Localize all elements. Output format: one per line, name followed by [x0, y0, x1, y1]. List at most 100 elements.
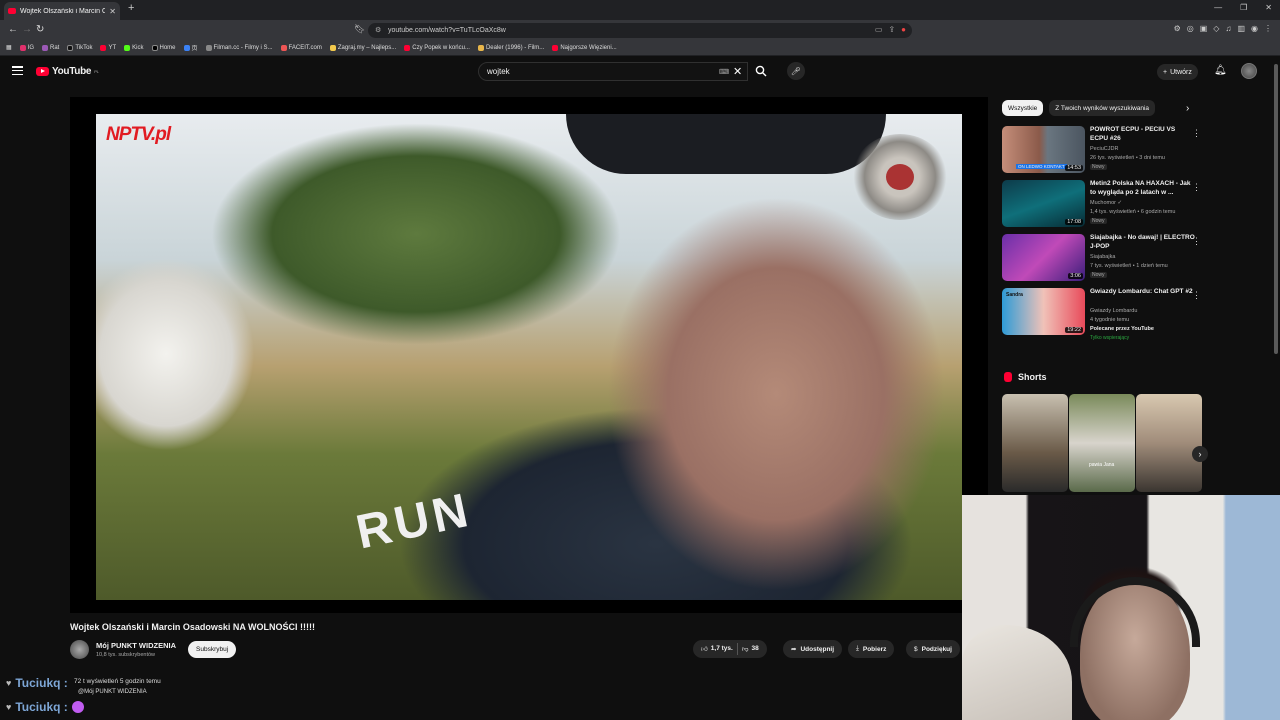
- bookmark-item[interactable]: 页: [183, 43, 198, 52]
- restore-icon[interactable]: ❐: [1240, 3, 1247, 12]
- headset-icon: [1070, 577, 1200, 647]
- microphone-icon[interactable]: 🎤︎: [787, 62, 805, 80]
- video-title: Wojtek Olszański i Marcin Osadowski NA W…: [70, 622, 316, 632]
- bookmark-item[interactable]: Zagraj.my – Najleps...: [329, 44, 396, 51]
- bookmark-item[interactable]: Home: [151, 44, 176, 51]
- channel-avatar[interactable]: [70, 640, 89, 659]
- thumbnail-label: Sandra: [1006, 292, 1023, 298]
- rec-meta: 7 tys. wyświetleń • 1 dzień temu: [1090, 263, 1168, 269]
- keyboard-icon[interactable]: ⌨: [719, 68, 729, 76]
- hamburger-menu-icon[interactable]: [12, 66, 23, 75]
- extension-icon[interactable]: ⚙︎: [1174, 24, 1181, 33]
- duration-badge: 19:22: [1065, 327, 1083, 333]
- recommended-video[interactable]: ON LEDWO KONTAKT 14:53 POWRÓT ECPU - PEC…: [1002, 126, 1207, 176]
- window-controls: — ❐ ✕: [1214, 3, 1272, 12]
- search-input[interactable]: wojtek: [478, 62, 748, 81]
- bookmark-favicon-icon: [205, 44, 212, 51]
- short-thumbnail[interactable]: pawia Jana: [1069, 394, 1135, 492]
- nptv-watermark: NPTV.pl: [106, 124, 171, 145]
- video-thumbnail: 17:08: [1002, 180, 1085, 227]
- bookmark-item[interactable]: YT: [100, 44, 116, 51]
- sidebar-icon[interactable]: ▥: [1237, 24, 1245, 33]
- rec-channel: PeciuCJDR: [1090, 146, 1119, 152]
- bookmark-icon[interactable]: 🔖︎: [354, 24, 365, 35]
- browser-tab-strip: Wojtek Olszański i Marcin Os ✕ + — ❐ ✕: [0, 0, 1280, 20]
- extension-icon[interactable]: ●: [901, 25, 906, 34]
- like-button[interactable]: 👍︎ 1,7 tys.: [701, 645, 733, 653]
- create-button[interactable]: + Utwórz: [1157, 64, 1198, 80]
- new-badge: Nowy: [1090, 164, 1107, 170]
- faceit-icon: [280, 44, 287, 51]
- download-button[interactable]: ⤓ Pobierz: [848, 640, 895, 658]
- bookmark-item[interactable]: TikTok: [67, 44, 92, 51]
- chat-username: Tuciukq :: [15, 700, 68, 714]
- bookmark-item[interactable]: Rat: [42, 44, 59, 51]
- profile-icon[interactable]: ◉: [1251, 24, 1258, 33]
- instagram-icon: [19, 44, 26, 51]
- clear-search-icon[interactable]: ✕: [733, 65, 742, 78]
- bookmark-favicon-icon: [329, 44, 336, 51]
- extension-icon[interactable]: ▣: [1200, 24, 1208, 33]
- close-tab-icon[interactable]: ✕: [109, 7, 116, 16]
- thanks-icon: $: [914, 645, 918, 653]
- page-scrollbar[interactable]: [1274, 64, 1278, 354]
- video-frame[interactable]: RUN NPTV.pl: [96, 114, 962, 600]
- subscribe-button[interactable]: Subskrybuj: [188, 641, 237, 658]
- thanks-button[interactable]: $ Podziękuj: [906, 640, 960, 658]
- share-button[interactable]: ➦ Udostępnij: [783, 640, 843, 658]
- browser-tab[interactable]: Wojtek Olszański i Marcin Os ✕: [4, 2, 120, 20]
- more-options-icon[interactable]: ⋮: [1192, 236, 1201, 247]
- chip-all[interactable]: Wszystkie: [1002, 100, 1044, 116]
- address-bar[interactable]: ⚙︎ youtube.com/watch?v=TuTLcOaXc8w ▭ ⇪ ●: [368, 23, 912, 38]
- extension-icon[interactable]: ◇: [1213, 24, 1219, 33]
- rec-channel: Gwiazdy Lombardu: [1090, 308, 1138, 314]
- back-icon[interactable]: ←: [8, 24, 18, 35]
- minimize-icon[interactable]: —: [1214, 3, 1222, 12]
- recommended-video[interactable]: 17:08 Metin2 Polska NA HAXACH - Jak to w…: [1002, 180, 1207, 230]
- emote-icon: [71, 701, 84, 713]
- media-icon[interactable]: ♫: [1225, 24, 1231, 33]
- share-page-icon[interactable]: ⇪: [888, 25, 895, 34]
- channel-name[interactable]: Mój PUNKT WIDZENIA: [96, 641, 176, 650]
- chip-from-search[interactable]: Z Twoich wyników wyszukiwania: [1049, 100, 1156, 116]
- bookmark-item[interactable]: Dealer (1996) - Film...: [477, 44, 544, 51]
- video-thumbnail: Sandra 19:22: [1002, 288, 1085, 335]
- youtube-logo[interactable]: YouTube PL: [36, 66, 99, 77]
- notifications-bell-icon[interactable]: 🔔︎: [1214, 65, 1227, 76]
- more-options-icon[interactable]: ⋮: [1192, 128, 1201, 139]
- more-options-icon[interactable]: ⋮: [1192, 182, 1201, 193]
- apps-grid-icon[interactable]: ▦: [6, 44, 12, 51]
- bookmark-item[interactable]: Filman.cc - Filmy i S...: [205, 44, 273, 51]
- site-info-icon[interactable]: ⚙︎: [375, 26, 381, 34]
- rec-title: Metin2 Polska NA HAXACH - Jak to wygląda…: [1090, 180, 1191, 196]
- bookmark-item[interactable]: Czy Popek w końcu...: [404, 44, 470, 51]
- short-thumbnail[interactable]: [1136, 394, 1202, 492]
- install-icon[interactable]: ▭: [875, 25, 883, 34]
- dislike-button[interactable]: 👎︎ 38: [742, 645, 759, 653]
- bookmark-item[interactable]: FACEIT.com: [280, 44, 322, 51]
- close-window-icon[interactable]: ✕: [1265, 3, 1272, 12]
- extension-icon[interactable]: ◎: [1187, 24, 1194, 33]
- like-dislike-group: 👍︎ 1,7 tys. 👎︎ 38: [693, 640, 767, 658]
- new-badge: Nowy: [1090, 272, 1107, 278]
- short-thumbnail[interactable]: [1002, 394, 1068, 492]
- account-avatar[interactable]: [1241, 63, 1257, 79]
- youtube-favicon-icon: [8, 8, 16, 14]
- subscriber-count: 10,8 tys. subskrybentów: [96, 652, 156, 658]
- chat-message: ♥ Tuciukq :: [6, 700, 84, 714]
- bookmark-item[interactable]: Najgorsze Więzieni...: [552, 44, 617, 51]
- rec-title: POWRÓT ECPU - PECIU VS ECPU #26: [1090, 126, 1176, 142]
- search-icon[interactable]: [755, 65, 767, 77]
- bookmark-item[interactable]: Kick: [124, 44, 144, 51]
- forward-icon[interactable]: →: [22, 24, 32, 35]
- shorts-next-button[interactable]: ›: [1192, 446, 1208, 462]
- bookmark-item[interactable]: IG: [19, 44, 34, 51]
- more-menu-icon[interactable]: ⋮: [1264, 24, 1272, 33]
- more-options-icon[interactable]: ⋮: [1192, 290, 1201, 301]
- new-tab-icon[interactable]: +: [128, 2, 134, 14]
- download-icon: ⤓: [856, 645, 859, 652]
- recommended-video[interactable]: Sandra 19:22 Gwiazdy Lombardu: Chat GPT …: [1002, 288, 1207, 350]
- recommended-video[interactable]: 3:06 Siajabajka - No dawaj! | ELECTRO J-…: [1002, 234, 1207, 284]
- chevron-right-icon[interactable]: ›: [1186, 103, 1189, 114]
- reload-icon[interactable]: ↻: [36, 24, 44, 35]
